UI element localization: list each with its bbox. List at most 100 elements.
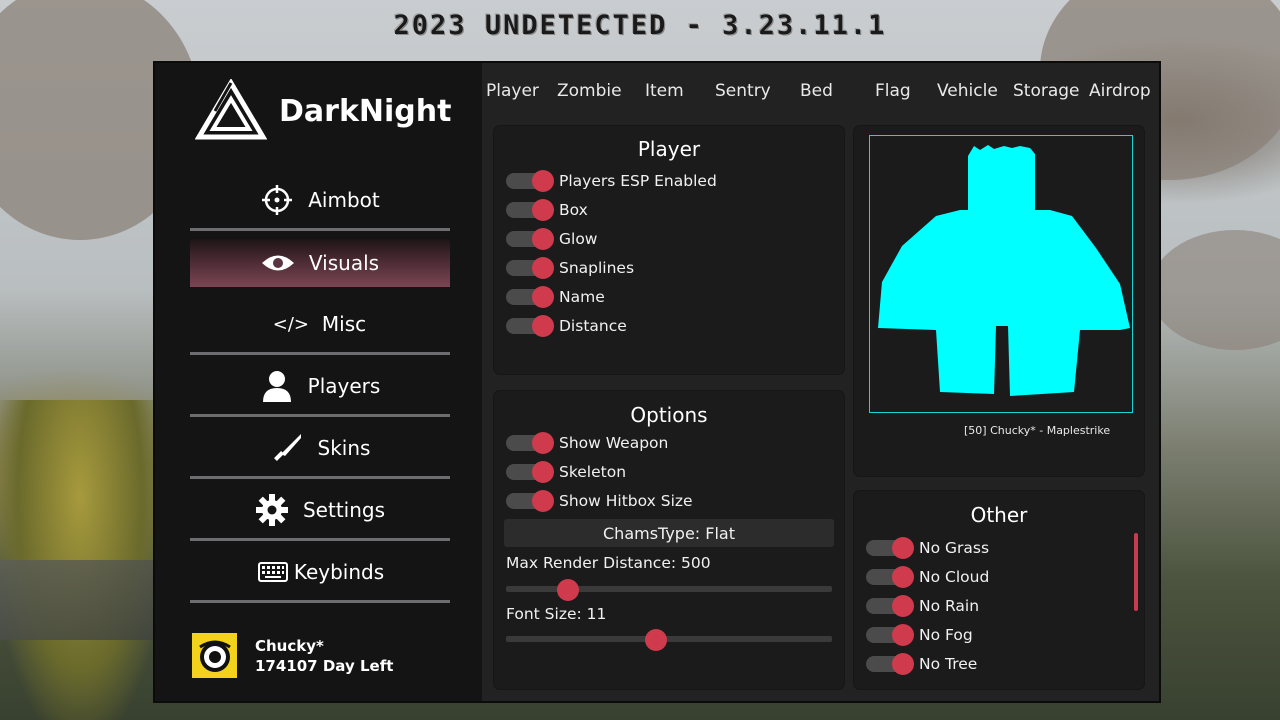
slider-thumb[interactable] bbox=[556, 579, 579, 601]
show-hitbox-size-toggle[interactable] bbox=[506, 490, 554, 512]
toggle-label: No Grass bbox=[919, 539, 990, 557]
panel-title: Player bbox=[637, 137, 701, 161]
toggle-knob bbox=[892, 566, 914, 588]
esp-preview-box bbox=[869, 135, 1133, 413]
toggle-label: No Tree bbox=[919, 655, 978, 673]
cheat-menu-window: DarkNight Aimbot Visuals </> Misc Player… bbox=[153, 61, 1161, 703]
user-text: Chucky* 174107 Day Left bbox=[255, 636, 393, 676]
nav-item-keybinds[interactable]: Keybinds bbox=[190, 541, 450, 603]
max-render-distance-label: Max Render Distance: 500 bbox=[506, 554, 711, 572]
toggle-knob bbox=[532, 257, 554, 279]
font-size-slider[interactable] bbox=[506, 629, 832, 651]
gear-icon bbox=[255, 493, 289, 527]
nav-item-players[interactable]: Players bbox=[190, 355, 450, 417]
name-toggle[interactable] bbox=[506, 286, 554, 308]
players-esp-enabled-toggle[interactable] bbox=[506, 170, 554, 192]
snaplines-toggle[interactable] bbox=[506, 257, 554, 279]
panel-title: Options bbox=[630, 403, 708, 427]
other-panel: Other No Grass No Cloud No Rain No Fog No Tr… bbox=[854, 491, 1144, 689]
esp-preview-panel: [50] Chucky* - Maplestrike bbox=[854, 126, 1144, 476]
no-cloud-toggle[interactable] bbox=[866, 566, 914, 588]
toggle-row-name: Name bbox=[506, 285, 605, 309]
knife-icon bbox=[270, 431, 304, 465]
nav-label: Keybinds bbox=[293, 560, 385, 584]
font-size-label: Font Size: 11 bbox=[506, 605, 607, 623]
tab-flag[interactable]: Flag bbox=[875, 81, 911, 101]
tab-storage[interactable]: Storage bbox=[1013, 81, 1080, 101]
no-fog-toggle[interactable] bbox=[866, 624, 914, 646]
avatar bbox=[192, 633, 237, 678]
nav-label: Misc bbox=[321, 312, 367, 336]
toggle-label: Distance bbox=[559, 317, 627, 335]
toggle-row-snaplines: Snaplines bbox=[506, 256, 634, 280]
tab-bed[interactable]: Bed bbox=[800, 81, 833, 101]
toggle-knob bbox=[532, 199, 554, 221]
nav-item-settings[interactable]: Settings bbox=[190, 479, 450, 541]
player-panel: Player Players ESP Enabled Box Glow Snaplin… bbox=[494, 126, 844, 374]
box-toggle[interactable] bbox=[506, 199, 554, 221]
toggle-knob bbox=[892, 537, 914, 559]
preview-caption: [50] Chucky* - Maplestrike bbox=[964, 424, 1111, 437]
no-grass-toggle[interactable] bbox=[866, 537, 914, 559]
tab-airdrop[interactable]: Airdrop bbox=[1089, 81, 1151, 101]
skeleton-toggle[interactable] bbox=[506, 461, 554, 483]
tab-item[interactable]: Item bbox=[645, 81, 684, 101]
tab-player[interactable]: Player bbox=[486, 81, 539, 101]
brand-logo-icon bbox=[195, 79, 267, 140]
toggle-label: Snaplines bbox=[559, 259, 635, 277]
show-weapon-toggle[interactable] bbox=[506, 432, 554, 454]
tab-zombie[interactable]: Zombie bbox=[557, 81, 622, 101]
no-tree-toggle[interactable] bbox=[866, 653, 914, 675]
eye-icon bbox=[261, 246, 295, 280]
nav-item-aimbot[interactable]: Aimbot bbox=[190, 169, 450, 231]
toggle-knob bbox=[892, 595, 914, 617]
nav-label: Players bbox=[307, 374, 381, 398]
nav-item-skins[interactable]: Skins bbox=[190, 417, 450, 479]
toggle-row-no-fog: No Fog bbox=[866, 623, 973, 647]
nav-label: Settings bbox=[302, 498, 386, 522]
esp-category-tabs: Player Zombie Item Sentry Bed Flag Vehic… bbox=[482, 81, 1159, 103]
max-render-distance-slider[interactable] bbox=[506, 579, 832, 601]
glow-character-preview bbox=[878, 145, 1130, 396]
toggle-label: Show Weapon bbox=[559, 434, 669, 452]
banner-title: 2023 UNDETECTED - 3.23.11.1 bbox=[393, 10, 887, 41]
toggle-knob bbox=[532, 461, 554, 483]
code-icon: </> bbox=[272, 313, 309, 335]
subscription-remaining: 174107 Day Left bbox=[255, 656, 394, 675]
slider-thumb[interactable] bbox=[644, 629, 667, 651]
toggle-label: Skeleton bbox=[559, 463, 627, 481]
toggle-knob bbox=[532, 315, 554, 337]
nav-item-visuals[interactable]: Visuals bbox=[190, 239, 450, 287]
crosshair-icon bbox=[260, 183, 294, 217]
user-info: Chucky* 174107 Day Left bbox=[192, 633, 393, 678]
distance-toggle[interactable] bbox=[506, 315, 554, 337]
nav-divider bbox=[190, 228, 450, 231]
sidebar-nav: Aimbot Visuals </> Misc Players Skins Se… bbox=[190, 169, 450, 603]
toggle-row-no-cloud: No Cloud bbox=[866, 565, 989, 589]
toggle-label: Name bbox=[559, 288, 605, 306]
toggle-row-show-weapon: Show Weapon bbox=[506, 431, 668, 455]
sidebar: DarkNight Aimbot Visuals </> Misc Player… bbox=[155, 63, 482, 701]
toggle-row-skeleton: Skeleton bbox=[506, 460, 626, 484]
user-icon bbox=[260, 369, 294, 403]
toggle-label: Box bbox=[559, 201, 588, 219]
background-road bbox=[0, 560, 160, 640]
background-shape bbox=[1150, 230, 1280, 350]
glow-toggle[interactable] bbox=[506, 228, 554, 250]
keyboard-icon bbox=[256, 555, 290, 589]
nav-item-misc[interactable]: </> Misc bbox=[190, 293, 450, 355]
avatar-eye-icon bbox=[198, 640, 231, 672]
toggle-knob bbox=[892, 624, 914, 646]
tab-sentry[interactable]: Sentry bbox=[715, 81, 771, 101]
toggle-label: Glow bbox=[559, 230, 598, 248]
toggle-knob bbox=[532, 490, 554, 512]
slider-track bbox=[506, 636, 832, 642]
brand-name: DarkNight bbox=[279, 93, 452, 129]
chams-type-dropdown[interactable]: ChamsType: Flat bbox=[504, 519, 834, 547]
toggle-row-no-rain: No Rain bbox=[866, 594, 979, 618]
tab-vehicle[interactable]: Vehicle bbox=[937, 81, 998, 101]
no-rain-toggle[interactable] bbox=[866, 595, 914, 617]
toggle-row-distance: Distance bbox=[506, 314, 627, 338]
toggle-row-no-grass: No Grass bbox=[866, 536, 989, 560]
other-panel-scrollbar[interactable] bbox=[1134, 533, 1138, 611]
